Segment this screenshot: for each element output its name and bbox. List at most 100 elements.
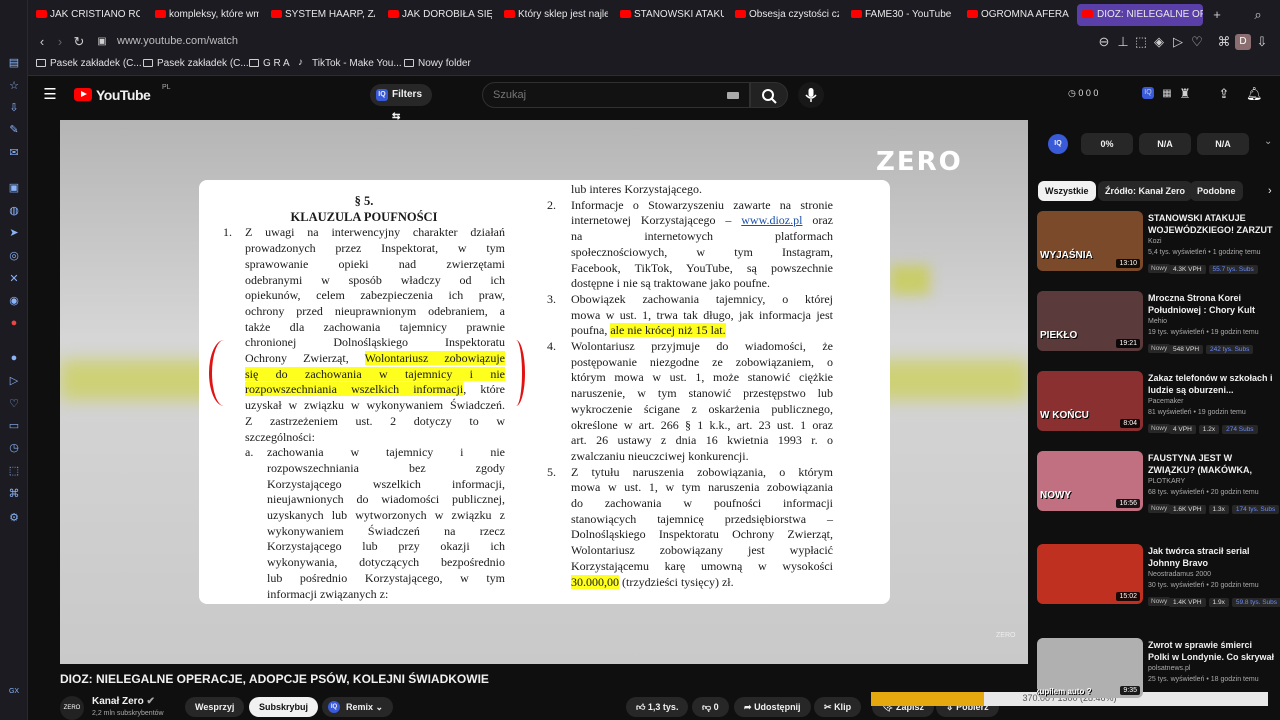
chat-icon[interactable]: ●	[6, 350, 22, 366]
video-thumbnail[interactable]: NOWY 16:56	[1037, 451, 1143, 511]
tab-8[interactable]: OGROMNA AFERA PE	[967, 4, 1071, 26]
video-thumbnail[interactable]: WYJAŚNIA 13:10	[1037, 211, 1143, 271]
rec-channel[interactable]: Neostradamus 2000	[1148, 571, 1211, 578]
tab-7[interactable]: FAME30 - YouTube	[851, 4, 955, 26]
clip-button[interactable]: ✂ Klip	[814, 697, 862, 717]
share-button[interactable]: ➦ Udostępnij	[734, 697, 811, 717]
gx-icon[interactable]: GX	[6, 684, 22, 700]
search-button[interactable]	[750, 82, 788, 108]
rec-channel[interactable]: polsatnews.pl	[1148, 665, 1190, 672]
tab-0[interactable]: JAK CRISTIANO RONA	[36, 4, 140, 26]
bookmark-2[interactable]: G R A	[249, 58, 290, 69]
ext-pill-2[interactable]: N/A	[1197, 133, 1249, 155]
tab-4[interactable]: Który sklep jest najlep	[504, 4, 608, 26]
iq-icon[interactable]: IQ	[1048, 134, 1068, 154]
lock-icon[interactable]: ▣	[94, 34, 110, 50]
send-icon[interactable]: ▷	[6, 373, 22, 389]
tab-1[interactable]: kompleksy, które wmó	[155, 4, 259, 26]
video-thumbnail[interactable]: PIEKŁO 19:21	[1037, 291, 1143, 351]
subscribe-button[interactable]: Subskrybuj	[249, 697, 319, 717]
tab-5[interactable]: STANOWSKI ATAKUJ	[620, 4, 724, 26]
filters-button[interactable]: IQ Filters ⇆	[370, 84, 432, 122]
reload-icon[interactable]: ↻	[71, 34, 87, 50]
chevron-right-icon[interactable]: ›	[1268, 185, 1272, 197]
extensions-icon[interactable]: ⌘	[1216, 34, 1232, 50]
rec-channel[interactable]: Mehio	[1148, 318, 1167, 325]
discord-icon[interactable]: ◉	[6, 293, 22, 309]
recommendation-3[interactable]: NOWY 16:56 FAUSTYNA JEST W ZWIĄZKU? (MAKÓ…	[1037, 451, 1280, 514]
recommendation-4[interactable]: 15:02 Jak twórca stracił serial Johnny B…	[1037, 544, 1280, 607]
x-icon[interactable]: ✕	[6, 271, 22, 287]
twitch-icon[interactable]: ▣	[6, 180, 22, 196]
forward-icon[interactable]: ›	[52, 34, 68, 50]
keyboard-icon[interactable]	[727, 92, 739, 99]
tab-9-active[interactable]: DIOZ: NIELEGALNE OP	[1077, 4, 1203, 26]
channel-avatar[interactable]: ZERO	[60, 696, 84, 720]
rec-title[interactable]: Zwrot w sprawie śmierci Polki w Londynie…	[1148, 639, 1276, 663]
app-icon[interactable]: ●	[6, 315, 22, 331]
recommendation-0[interactable]: WYJAŚNIA 13:10 STANOWSKI ATAKUJE WOJEWÓDZ…	[1037, 211, 1280, 274]
bookmarks-icon[interactable]: ☆	[6, 78, 22, 94]
youtube-logo-text[interactable]: YouTube	[96, 87, 151, 103]
rec-title[interactable]: Jak twórca stracił serial Johnny Bravo	[1148, 545, 1276, 569]
video-thumbnail[interactable]: W KOŃCU 8:04	[1037, 371, 1143, 431]
rec-title[interactable]: Zakaz telefonów w szkołach i ludzie są o…	[1148, 372, 1276, 396]
remix-button[interactable]: IQ Remix ⌄	[322, 697, 394, 717]
rec-channel[interactable]: Kozi	[1148, 238, 1162, 245]
rec-channel[interactable]: PLOTKARY	[1148, 478, 1185, 485]
youtube-logo-icon[interactable]	[74, 88, 92, 101]
video-thumbnail[interactable]: 15:02	[1037, 544, 1143, 604]
heart-icon[interactable]: ♡	[6, 396, 22, 412]
box-icon[interactable]: ⬚	[6, 463, 22, 479]
puzzle-icon[interactable]: ⌘	[6, 486, 22, 502]
ext-pill-1[interactable]: N/A	[1139, 133, 1191, 155]
channel-name[interactable]: Kanał Zero ✔	[92, 696, 155, 707]
chip-all[interactable]: Wszystkie	[1038, 181, 1096, 201]
telegram-icon[interactable]: ➤	[6, 225, 22, 241]
bookmark-0[interactable]: Pasek zakładek (C...	[36, 58, 142, 69]
video-thumbnail[interactable]: kupilem auto ? 9:35	[1037, 638, 1143, 698]
zoom-icon[interactable]: ⊖	[1096, 34, 1112, 50]
ext-pill-0[interactable]: 0%	[1081, 133, 1133, 155]
dislike-button[interactable]: 👎︎ 0	[692, 697, 729, 717]
settings-icon[interactable]: ⚙	[6, 510, 22, 526]
upload-icon[interactable]: ⇪	[1216, 86, 1232, 102]
bookmark-3[interactable]: ♪ TikTok - Make You...	[298, 57, 402, 69]
bulb-icon[interactable]: ♜	[1177, 86, 1193, 102]
video-player[interactable]: ZERO ZERO § 5. KLAUZULA POUFNOŚCI 1. Z u…	[60, 120, 1028, 664]
shield-icon[interactable]: ◈	[1151, 34, 1167, 50]
new-tab-icon[interactable]: +	[1209, 7, 1225, 23]
notes-icon[interactable]: ✎	[6, 122, 22, 138]
tab-6[interactable]: Obsesja czystości czy	[735, 4, 839, 26]
grid-icon[interactable]: ▦	[1159, 86, 1175, 102]
snapshot-icon[interactable]: ⬚	[1133, 34, 1149, 50]
chip-source[interactable]: Źródło: Kanał Zero	[1098, 181, 1193, 201]
play-icon[interactable]: ▷	[1170, 34, 1186, 50]
back-icon[interactable]: ‹	[34, 34, 50, 50]
search-input[interactable]	[493, 89, 693, 101]
bookmark-4[interactable]: Nowy folder	[404, 58, 471, 69]
chevron-down-icon[interactable]: ⌄	[1264, 136, 1272, 147]
rec-title[interactable]: FAUSTYNA JEST W ZWIĄZKU? (MAKÓWKA, CHAPP…	[1148, 452, 1276, 476]
rec-title[interactable]: Mroczna Strona Korei Południowej : Chory…	[1148, 292, 1276, 316]
pin-icon[interactable]: ⊥	[1115, 34, 1131, 50]
url-bar[interactable]: www.youtube.com/watch	[117, 35, 238, 47]
recommendation-1[interactable]: PIEKŁO 19:21 Mroczna Strona Korei Południ…	[1037, 291, 1280, 354]
rec-title[interactable]: STANOWSKI ATAKUJE WOJEWÓDZKIEGO! ZARZUT …	[1148, 212, 1276, 236]
iq-ext-icon[interactable]: IQ	[1142, 87, 1154, 99]
recommendation-2[interactable]: W KOŃCU 8:04 Zakaz telefonów w szkołach i…	[1037, 371, 1280, 434]
history-icon[interactable]: ▤	[6, 55, 22, 71]
messenger-icon[interactable]: ◍	[6, 203, 22, 219]
voice-search-button[interactable]	[798, 82, 824, 108]
tab-3[interactable]: JAK DOROBIŁA SIĘ W	[388, 4, 492, 26]
like-button[interactable]: 👍︎ 1,3 tys.	[626, 697, 689, 717]
notifications-icon[interactable]: 🔔︎	[1246, 86, 1263, 102]
clock-icon[interactable]: ◷	[6, 440, 22, 456]
menu-icon[interactable]: ☰	[42, 87, 58, 103]
mail-icon[interactable]: ✉	[6, 145, 22, 161]
rec-channel[interactable]: Pacemaker	[1148, 398, 1183, 405]
chip-similar[interactable]: Podobne	[1190, 181, 1243, 201]
bookmark-1[interactable]: Pasek zakładek (C...	[143, 58, 249, 69]
profile-avatar[interactable]: D	[1235, 34, 1251, 50]
tab-2[interactable]: SYSTEM HAARP, ZAS	[271, 4, 375, 26]
